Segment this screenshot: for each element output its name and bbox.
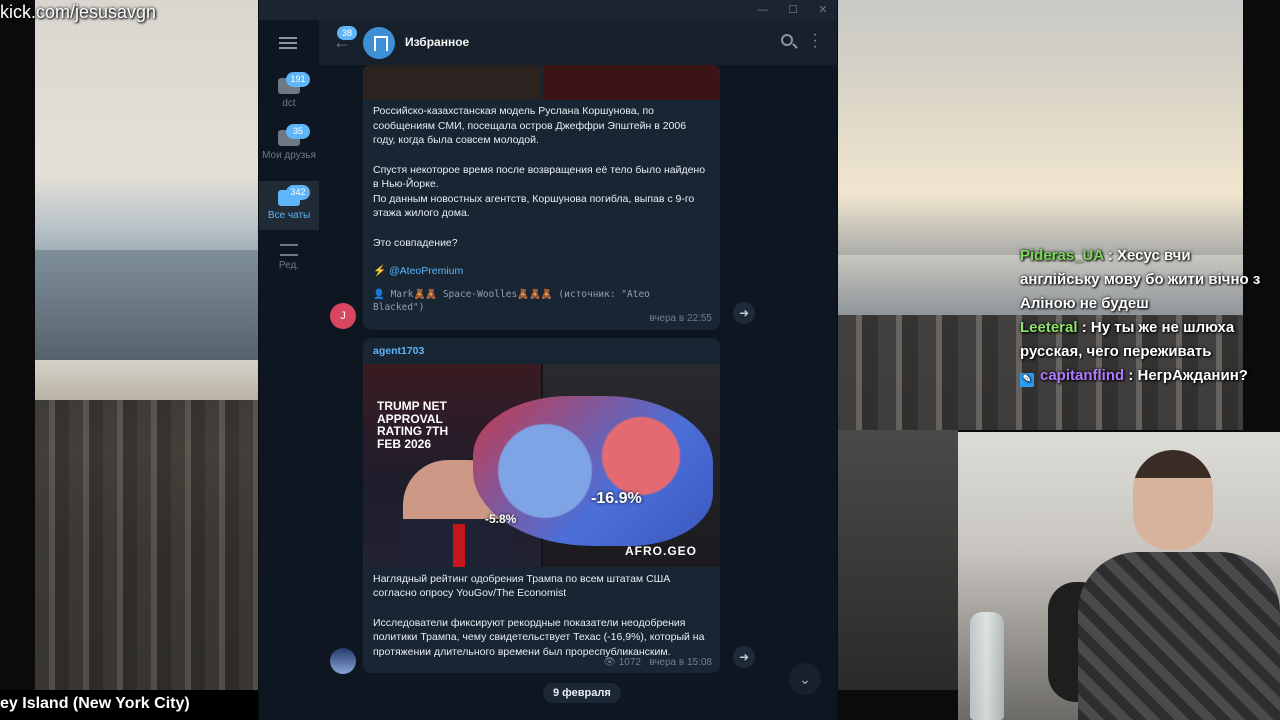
window-titlebar[interactable]: — ☐ ✕	[259, 0, 837, 20]
approval-map-image[interactable]: TRUMP NET APPROVAL RATING 7TH FEB 2026 -…	[363, 364, 720, 567]
more-options-icon[interactable]: · · ·	[811, 27, 819, 55]
message-bubble[interactable]: Российско-казахстанская модель Руслана К…	[363, 65, 720, 330]
folder-edit[interactable]: Ред.	[259, 240, 319, 280]
chat-header: ← 38 Избранное · · ·	[319, 20, 837, 65]
image-brand: AFRO.GEO	[625, 544, 698, 558]
stream-chat: Pideras_UA : Хесус вчи англійську мову б…	[1016, 244, 1278, 388]
unread-badge: 342	[286, 185, 310, 200]
badge-icon: ✎	[1020, 373, 1034, 387]
chat-message: Leeteral : Ну ты же не шлюха русская, че…	[1016, 316, 1278, 364]
chat-text: : НегрАжданин?	[1128, 367, 1248, 384]
chat-username: capitanflind	[1040, 367, 1125, 384]
background-right-lower	[838, 430, 958, 690]
folder-all-chats[interactable]: 342 Все чаты	[259, 181, 319, 230]
image-big-value: -16.9%	[591, 490, 642, 507]
message-signature: Mark🧸🧸 Space-Woolles🧸🧸🧸 (источник: "Ateo…	[373, 288, 650, 313]
sender-name[interactable]: agent1703	[363, 344, 720, 359]
stream-url: kick.com/jesusavgn	[0, 2, 157, 22]
lightning-icon: ⚡	[373, 265, 387, 277]
folder-friends[interactable]: 35 Мои друзья	[259, 124, 319, 178]
location-caption: ey Island (New York City)	[0, 690, 258, 720]
unread-badge: 191	[286, 72, 310, 87]
webcam-overlay	[958, 432, 1280, 720]
telegram-window: — ☐ ✕ 191 dct 35 Мои друзья 342 Все чаты	[258, 0, 838, 720]
message-photo[interactable]	[363, 65, 720, 100]
chat-message: Pideras_UA : Хесус вчи англійську мову б…	[1016, 244, 1278, 316]
minimize-icon[interactable]: —	[752, 2, 774, 18]
message-text: По данным новостных агентств, Коршунова …	[373, 192, 695, 220]
stream-frame: kick.com/jesusavgn ey Island (New York C…	[0, 0, 1280, 720]
chat-message: ✎ capitanflind : НегрАжданин?	[1016, 364, 1278, 388]
unread-badge: 35	[286, 124, 310, 139]
scroll-down-button[interactable]: ⌄	[789, 663, 821, 695]
message-text: Это совпадение?	[373, 236, 458, 249]
message-text: Наглядный рейтинг одобрения Трампа по вс…	[373, 572, 671, 600]
message-text: Спустя некоторое время после возвращения…	[373, 163, 706, 191]
menu-icon[interactable]	[279, 37, 297, 49]
folder-label: dct	[282, 98, 296, 109]
chat-title[interactable]: Избранное	[405, 35, 469, 49]
message-meta: 👁 1072 вчера в 15:08	[603, 656, 712, 671]
streamer-head	[1133, 450, 1213, 550]
message-text: Российско-казахстанская модель Руслана К…	[373, 105, 687, 146]
view-count: 1072	[618, 656, 641, 668]
folder-label: Мои друзья	[262, 150, 316, 161]
sender-avatar[interactable]	[330, 648, 356, 674]
folder-label: Все чаты	[267, 210, 311, 221]
forward-icon[interactable]: ➜	[733, 302, 755, 324]
chat-username: Leeteral	[1020, 319, 1078, 336]
date-separator: 9 февраля	[543, 683, 621, 703]
back-unread-badge: 38	[337, 26, 358, 40]
image-small-value: -5.8%	[485, 512, 517, 526]
message-text: Исследователи фиксируют рекордные показа…	[373, 616, 705, 658]
search-icon[interactable]	[781, 34, 793, 46]
maximize-icon[interactable]: ☐	[782, 2, 804, 18]
streamer-body	[1078, 552, 1280, 720]
eye-icon: 👁	[603, 656, 616, 668]
close-icon[interactable]: ✕	[812, 2, 834, 18]
background-left-scenery	[35, 0, 260, 690]
chat-username: Pideras_UA	[1020, 247, 1104, 264]
message-time: вчера в 15:08	[649, 656, 712, 668]
channel-link[interactable]: @AteoPremium	[389, 265, 463, 277]
saved-messages-avatar[interactable]	[363, 27, 395, 59]
folder-label: Ред.	[278, 260, 300, 271]
folder-sidebar: 191 dct 35 Мои друзья 342 Все чаты Ред.	[259, 20, 319, 720]
sender-avatar[interactable]: J	[330, 303, 356, 329]
message-bubble[interactable]: agent1703 TRUMP NET APPROVAL RATING 7TH …	[363, 338, 720, 673]
forward-icon[interactable]: ➜	[733, 646, 755, 668]
bottle-image	[970, 612, 1004, 720]
message-list[interactable]: Российско-казахстанская модель Руслана К…	[319, 65, 837, 720]
message-time: вчера в 22:55	[649, 312, 712, 324]
image-headline: TRUMP NET APPROVAL RATING 7TH FEB 2026	[377, 399, 449, 451]
sliders-icon	[280, 244, 298, 256]
folder-dct[interactable]: 191 dct	[259, 72, 319, 116]
user-icon: 👤	[373, 288, 385, 300]
